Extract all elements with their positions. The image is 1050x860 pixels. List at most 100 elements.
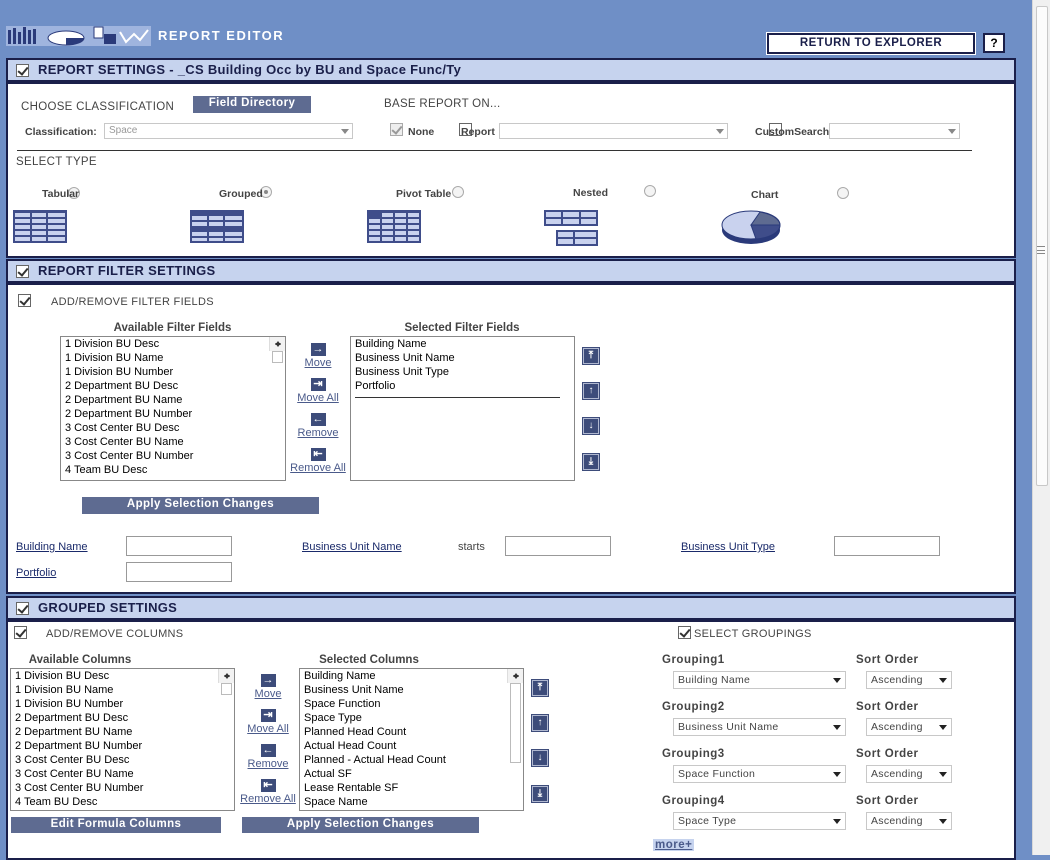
list-item[interactable]: Building Name <box>300 669 523 683</box>
sort-order1-select[interactable]: Ascending <box>866 671 952 689</box>
page-scrollbar[interactable] <box>1032 0 1050 855</box>
add-remove-columns-checkbox[interactable] <box>14 626 27 639</box>
list-item[interactable]: Building Name <box>351 337 574 351</box>
more-groupings-link[interactable]: more+ <box>653 839 695 851</box>
sort-order3-select[interactable]: Ascending <box>866 765 952 783</box>
move-top-icon[interactable]: ⤒ <box>531 679 549 697</box>
move-top-icon[interactable]: ⤒ <box>582 347 600 365</box>
available-columns-list[interactable]: 1 Division BU Desc 1 Division BU Name 1 … <box>10 668 235 811</box>
list-item[interactable]: Space Type <box>300 711 523 725</box>
business-unit-type-filter-input[interactable] <box>834 536 940 556</box>
list-item[interactable]: 2 Department BU Number <box>61 407 285 421</box>
customsearch-select[interactable] <box>829 123 960 139</box>
list-item[interactable]: 2 Department BU Number <box>11 739 234 753</box>
move-up-icon[interactable]: ↑ <box>531 714 549 732</box>
grouping2-select[interactable]: Business Unit Name <box>673 718 846 736</box>
pie-chart-icon[interactable] <box>720 210 782 246</box>
classification-select[interactable]: Space <box>104 123 353 139</box>
filter-settings-header[interactable]: REPORT FILTER SETTINGS <box>6 259 1016 283</box>
tabular-icon[interactable] <box>13 210 67 243</box>
list-item[interactable]: Business Unit Type <box>351 365 574 379</box>
filter-remove-button[interactable]: ← Remove <box>290 413 346 439</box>
list-item[interactable]: Space Name <box>300 795 523 809</box>
list-item[interactable]: Portfolio <box>351 379 574 393</box>
select-groupings-checkbox[interactable] <box>678 626 692 639</box>
business-unit-name-filter-link[interactable]: Business Unit Name <box>302 541 402 553</box>
none-checkbox[interactable] <box>390 123 403 136</box>
list-item[interactable]: Business Unit Name <box>300 683 523 697</box>
list-item[interactable]: Actual SF <box>300 767 523 781</box>
columns-move-button[interactable]: → Move <box>240 674 296 700</box>
move-bottom-icon[interactable]: ⤓ <box>582 453 600 471</box>
filter-settings-toggle-checkbox[interactable] <box>16 265 29 278</box>
portfolio-filter-link[interactable]: Portfolio <box>16 567 56 579</box>
list-item[interactable]: Actual Head Count <box>300 739 523 753</box>
columns-move-all-button[interactable]: ⇥ Move All <box>240 709 296 735</box>
edit-formula-columns-button[interactable]: Edit Formula Columns <box>11 817 221 833</box>
business-unit-type-filter-link[interactable]: Business Unit Type <box>681 541 775 553</box>
grouping4-select[interactable]: Space Type <box>673 812 846 830</box>
list-item[interactable]: 4 Team BU Desc <box>11 795 234 809</box>
starts-operator-label[interactable]: starts <box>458 541 485 553</box>
list-item[interactable]: 1 Division BU Number <box>11 697 234 711</box>
field-directory-button[interactable]: Field Directory <box>193 96 311 113</box>
add-remove-filter-checkbox[interactable] <box>18 294 31 307</box>
list-item[interactable]: 1 Division BU Number <box>61 365 285 379</box>
nested-radio[interactable] <box>644 185 657 197</box>
list-item[interactable]: 4 Team BU Desc <box>61 463 285 477</box>
filter-move-all-button[interactable]: ⇥ Move All <box>290 378 346 404</box>
list-item[interactable]: 2 Department BU Name <box>11 725 234 739</box>
list-item[interactable]: 3 Cost Center BU Number <box>61 449 285 463</box>
return-to-explorer-button[interactable]: RETURN TO EXPLORER <box>766 32 976 55</box>
filter-apply-selection-button[interactable]: Apply Selection Changes <box>82 497 319 514</box>
list-item[interactable]: 1 Division BU Name <box>61 351 285 365</box>
list-scrollbar[interactable] <box>218 669 234 695</box>
selected-columns-list[interactable]: Building Name Business Unit Name Space F… <box>299 668 524 811</box>
selected-filter-fields-list[interactable]: Building Name Business Unit Name Busines… <box>350 336 575 481</box>
list-item[interactable]: 2 Department BU Desc <box>61 379 285 393</box>
chart-radio[interactable] <box>837 187 850 199</box>
move-down-icon[interactable]: ↓ <box>582 417 600 435</box>
report-settings-toggle-checkbox[interactable] <box>16 64 29 77</box>
report-select[interactable] <box>499 123 728 139</box>
building-name-filter-input[interactable] <box>126 536 232 556</box>
list-item[interactable]: 3 Cost Center BU Number <box>11 781 234 795</box>
list-item[interactable]: 1 Division BU Desc <box>11 669 234 683</box>
sort-order2-select[interactable]: Ascending <box>866 718 952 736</box>
list-scrollbar[interactable] <box>269 337 285 363</box>
list-item[interactable]: Planned - Actual Head Count <box>300 753 523 767</box>
grouped-settings-toggle-checkbox[interactable] <box>16 602 29 615</box>
list-item[interactable]: 1 Division BU Name <box>11 683 234 697</box>
report-settings-header[interactable]: REPORT SETTINGS - _CS Building Occ by BU… <box>6 58 1016 82</box>
list-item[interactable]: 3 Cost Center BU Name <box>61 435 285 449</box>
move-bottom-icon[interactable]: ⤓ <box>531 785 549 803</box>
help-button[interactable]: ? <box>983 33 1005 53</box>
portfolio-filter-input[interactable] <box>126 562 232 582</box>
building-name-filter-link[interactable]: Building Name <box>16 541 88 553</box>
columns-apply-selection-button[interactable]: Apply Selection Changes <box>242 817 479 833</box>
list-scrollbar[interactable] <box>507 669 523 763</box>
move-up-icon[interactable]: ↑ <box>582 382 600 400</box>
list-item[interactable]: 2 Department BU Name <box>61 393 285 407</box>
list-item[interactable]: 3 Cost Center BU Desc <box>61 421 285 435</box>
filter-remove-all-button[interactable]: ⇤ Remove All <box>290 448 346 474</box>
list-item[interactable]: 1 Division BU Desc <box>61 337 285 351</box>
list-item[interactable]: Planned Head Count <box>300 725 523 739</box>
business-unit-name-filter-input[interactable] <box>505 536 611 556</box>
grouping3-select[interactable]: Space Function <box>673 765 846 783</box>
pivot-table-radio[interactable] <box>452 186 465 198</box>
list-item[interactable]: Space Function <box>300 697 523 711</box>
grouped-settings-header[interactable]: GROUPED SETTINGS <box>6 596 1016 620</box>
sort-order4-select[interactable]: Ascending <box>866 812 952 830</box>
list-item[interactable]: 2 Department BU Desc <box>11 711 234 725</box>
columns-remove-all-button[interactable]: ⇤ Remove All <box>240 779 296 805</box>
grouped-icon[interactable] <box>190 210 244 243</box>
filter-move-button[interactable]: → Move <box>290 343 346 369</box>
list-item[interactable]: Lease Rentable SF <box>300 781 523 795</box>
grouping1-select[interactable]: Building Name <box>673 671 846 689</box>
pivot-table-icon[interactable] <box>367 210 421 243</box>
nested-icon[interactable] <box>544 210 598 246</box>
list-item[interactable]: 3 Cost Center BU Desc <box>11 753 234 767</box>
list-item[interactable]: 3 Cost Center BU Name <box>11 767 234 781</box>
columns-remove-button[interactable]: ← Remove <box>240 744 296 770</box>
